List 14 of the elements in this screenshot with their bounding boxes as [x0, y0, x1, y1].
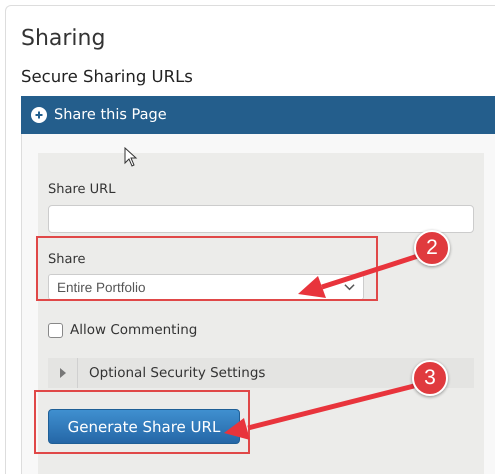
section-title: Secure Sharing URLs: [21, 66, 194, 88]
share-url-field[interactable]: [48, 205, 474, 233]
generate-button[interactable]: Generate Share URL: [48, 409, 240, 444]
accordion-header[interactable]: Share this Page: [21, 96, 495, 134]
share-dropdown[interactable]: Entire Portfolio: [48, 274, 364, 300]
field-label: Share URL: [48, 181, 116, 199]
caret-right-icon: [60, 368, 66, 378]
page-title: Sharing: [21, 25, 106, 53]
plus-circle-icon: [31, 107, 47, 123]
checkbox[interactable]: [48, 322, 63, 338]
mouse-pointer-icon: [124, 147, 138, 167]
chevron-down-icon: [344, 283, 355, 291]
checkbox-label: Allow Commenting: [70, 322, 198, 338]
field-label: Share: [48, 251, 87, 269]
